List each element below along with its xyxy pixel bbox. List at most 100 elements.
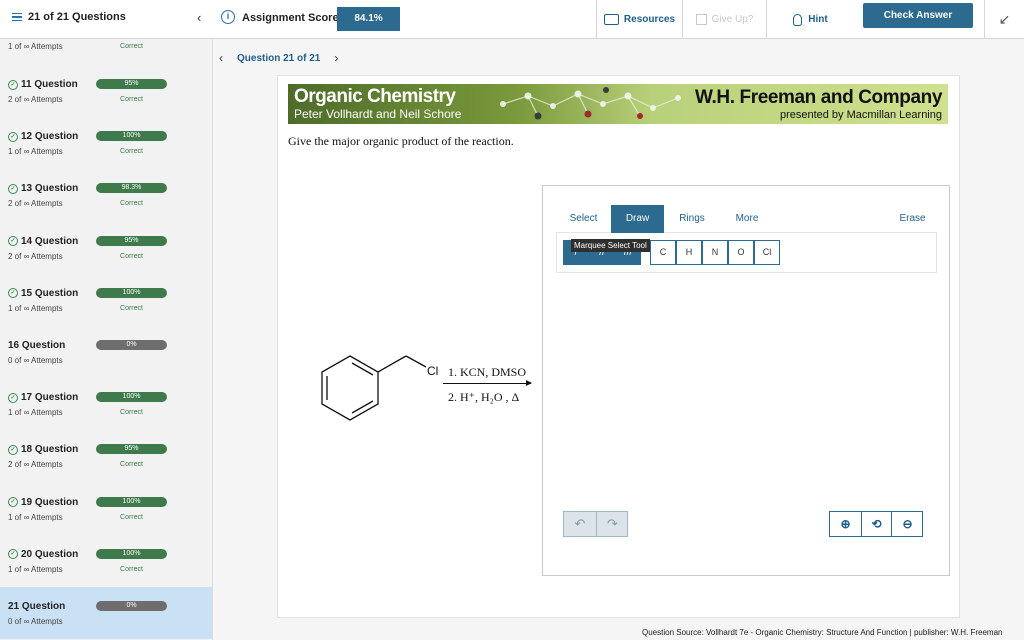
question-title-text: 18 Question: [21, 444, 79, 456]
question-title-text: 12 Question: [21, 131, 79, 143]
hint-button[interactable]: Hint: [766, 0, 854, 39]
question-score-bar: 95%: [96, 444, 167, 455]
question-score-bar: 98.3%: [96, 183, 167, 194]
question-list-toggle[interactable]: 21 of 21 Questions: [12, 11, 126, 23]
question-item[interactable]: ✓ 17 Question 1 of ∞ Attempts 100% Correct: [0, 378, 212, 430]
question-title: ✓ 19 Question: [8, 497, 78, 508]
reagent-step-1: 1. KCN, DMSO: [448, 365, 527, 379]
question-attempts: 2 of ∞ Attempts: [8, 251, 63, 261]
reaction-arrow: [443, 380, 532, 386]
lightbulb-icon: [793, 13, 803, 26]
resources-label: Resources: [623, 14, 676, 25]
atom-button-o[interactable]: O: [728, 240, 754, 265]
question-status: Correct: [120, 200, 143, 208]
give-up-label: Give Up?: [711, 14, 754, 25]
main-content: ‹ Question 21 of 21 › Organic Chemistry …: [213, 39, 1024, 640]
next-question-chevron-icon[interactable]: ›: [334, 51, 338, 65]
question-item[interactable]: ✓ 18 Question 2 of ∞ Attempts 95% Correct: [0, 430, 212, 482]
question-attempts: 0 of ∞ Attempts: [8, 356, 63, 365]
question-title-text: 15 Question: [21, 287, 79, 299]
molecule-drawing-tool[interactable]: Select Draw Rings More Erase / // /// Ma…: [542, 185, 950, 576]
tab-rings[interactable]: Rings: [664, 205, 720, 233]
question-title: 16 Question: [8, 340, 65, 351]
reset-zoom-icon[interactable]: ⟲: [861, 512, 892, 536]
draw-toolbar: / // /// Marquee Select Tool C H N O Cl: [556, 233, 937, 273]
question-item[interactable]: ✓ 20 Question 1 of ∞ Attempts 100% Correct: [0, 535, 212, 587]
check-circle-icon: ✓: [8, 444, 18, 455]
info-icon[interactable]: i: [221, 10, 235, 24]
zoom-out-icon[interactable]: ⊖: [892, 512, 923, 536]
banner-authors: Peter Vollhardt and Neil Schore: [294, 107, 462, 121]
question-status: Correct: [120, 409, 143, 417]
atom-button-h[interactable]: H: [676, 240, 702, 265]
question-item[interactable]: ✓ 15 Question 1 of ∞ Attempts 100% Correct: [0, 274, 212, 326]
benzyl-chloride-structure: Cl: [321, 355, 438, 421]
tab-erase[interactable]: Erase: [888, 205, 937, 233]
give-up-button[interactable]: Give Up?: [682, 0, 766, 39]
check-answer-button[interactable]: Check Answer: [863, 3, 973, 28]
question-item[interactable]: ✓ 19 Question 1 of ∞ Attempts 100% Correct: [0, 483, 212, 535]
redo-icon[interactable]: ↷: [596, 512, 628, 536]
question-item[interactable]: ✓ 14 Question 2 of ∞ Attempts 95% Correct: [0, 222, 212, 274]
question-title: ✓ 13 Question: [8, 183, 78, 194]
hint-label: Hint: [808, 14, 828, 25]
tab-draw[interactable]: Draw: [611, 205, 664, 233]
question-attempts: 1 of ∞ Attempts: [8, 564, 63, 574]
question-item[interactable]: 16 Question 0 of ∞ Attempts 0%: [0, 326, 212, 378]
question-item[interactable]: ✓ 12 Question 1 of ∞ Attempts 100% Correct: [0, 117, 212, 169]
banner-publisher: W.H. Freeman and Company: [695, 87, 942, 108]
atom-button-n[interactable]: N: [702, 240, 728, 265]
question-item[interactable]: ✓ 13 Question 2 of ∞ Attempts 98.3% Correct: [0, 169, 212, 221]
question-score-bar: 0%: [96, 601, 167, 611]
zoom-in-icon[interactable]: ⊕: [830, 512, 861, 536]
check-circle-icon: ✓: [8, 549, 18, 560]
question-attempts: 1 of ∞ Attempts: [8, 512, 63, 522]
previous-question-chevron-icon[interactable]: ‹: [219, 51, 223, 65]
resources-button[interactable]: Resources: [596, 0, 682, 39]
question-score-bar: 100%: [96, 287, 167, 298]
folder-icon: [603, 14, 619, 25]
check-circle-icon: ✓: [8, 392, 18, 403]
question-score-bar: 95%: [96, 79, 167, 89]
question-nav-label: Question 21 of 21: [237, 52, 321, 64]
question-title: 21 Question: [8, 601, 65, 612]
banner-presented-by: presented by Macmillan Learning: [779, 109, 942, 121]
question-prompt: Give the major organic product of the re…: [288, 134, 514, 148]
question-score-bar: 100%: [96, 392, 167, 403]
question-status: Correct: [120, 304, 143, 312]
check-circle-icon: ✓: [8, 288, 18, 299]
collapse-icon[interactable]: ↙: [984, 0, 1024, 39]
question-status: Correct: [120, 513, 143, 521]
question-item-10[interactable]: 1 of ∞ Attempts Correct: [0, 39, 212, 65]
zoom-controls: ⊕ ⟲ ⊖: [829, 511, 923, 537]
textbook-banner: Organic Chemistry Peter Vollhardt and Ne…: [288, 84, 948, 124]
question-status: Correct: [120, 43, 143, 50]
question-attempts: 1 of ∞ Attempts: [8, 303, 63, 313]
question-attempts: 0 of ∞ Attempts: [8, 617, 63, 626]
question-source-footer: Question Source: Vollhardt 7e - Organic …: [642, 628, 1003, 637]
atom-button-cl[interactable]: Cl: [754, 240, 780, 265]
question-attempts: 2 of ∞ Attempts: [8, 199, 63, 209]
top-bar: 21 of 21 Questions ‹ i Assignment Score:…: [0, 0, 1024, 39]
question-title: ✓ 15 Question: [8, 288, 78, 299]
flag-icon: [695, 14, 707, 25]
check-circle-icon: ✓: [8, 497, 18, 508]
question-score-bar: 100%: [96, 131, 167, 142]
question-item[interactable]: ✓ 11 Question 2 of ∞ Attempts 95% Correct: [0, 65, 212, 117]
question-attempts: 1 of ∞ Attempts: [8, 42, 63, 51]
tab-more[interactable]: More: [720, 205, 774, 233]
collapse-sidebar-chevron-icon[interactable]: ‹: [197, 10, 201, 25]
question-attempts: 2 of ∞ Attempts: [8, 95, 63, 104]
question-item[interactable]: 21 Question 0 of ∞ Attempts 0%: [0, 587, 212, 639]
question-card: Organic Chemistry Peter Vollhardt and Ne…: [277, 75, 960, 618]
question-title: ✓ 20 Question: [8, 549, 78, 560]
question-attempts: 1 of ∞ Attempts: [8, 147, 63, 157]
assignment-score-label: Assignment Score:: [242, 12, 343, 24]
question-title: ✓ 18 Question: [8, 444, 78, 455]
tab-select[interactable]: Select: [556, 205, 611, 233]
question-score-bar: 100%: [96, 548, 167, 559]
undo-redo-group: ↶ ↷: [563, 511, 628, 537]
question-score-bar: 95%: [96, 235, 167, 246]
atom-button-c[interactable]: C: [650, 240, 676, 265]
undo-icon[interactable]: ↶: [564, 512, 596, 536]
